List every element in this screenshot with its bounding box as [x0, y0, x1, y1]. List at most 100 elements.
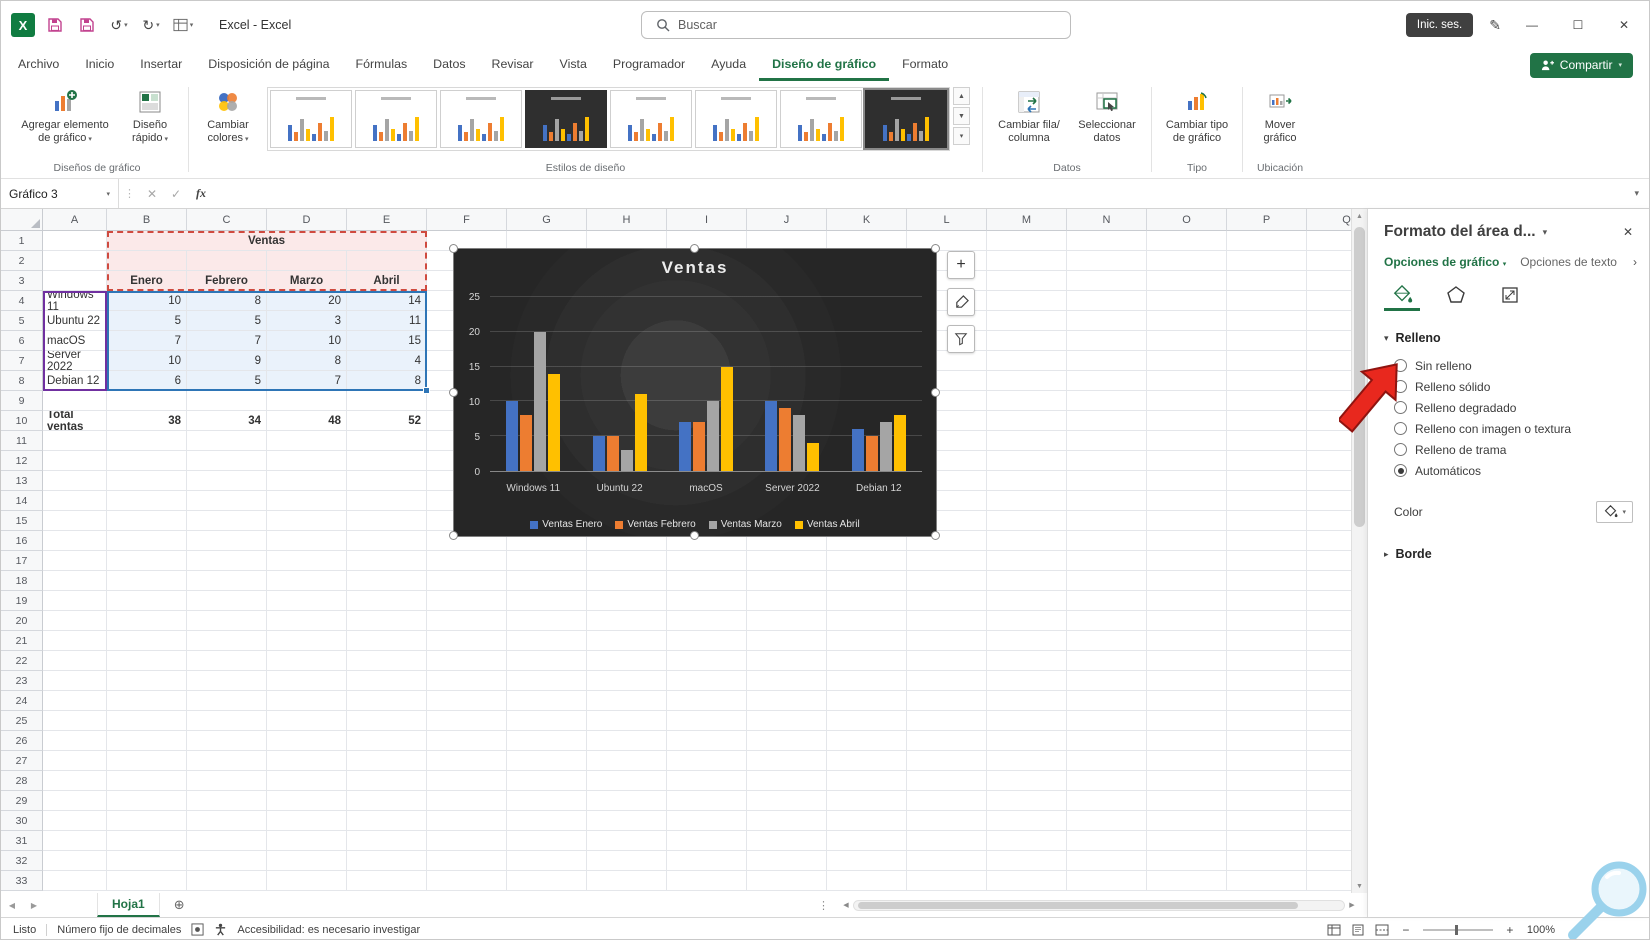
cell[interactable]: [827, 671, 907, 691]
style-thumbnail-5[interactable]: [610, 90, 692, 148]
cell[interactable]: [1067, 671, 1147, 691]
column-header-o[interactable]: O: [1147, 209, 1227, 231]
cell[interactable]: [347, 531, 427, 551]
sign-in-button[interactable]: Inic. ses.: [1405, 13, 1474, 37]
cell[interactable]: [1067, 771, 1147, 791]
chart-selection-handle[interactable]: [690, 531, 699, 540]
cell[interactable]: [1227, 431, 1307, 451]
cell[interactable]: [587, 731, 667, 751]
tab-text-options[interactable]: Opciones de texto: [1520, 255, 1617, 269]
column-header-e[interactable]: E: [347, 209, 427, 231]
cell[interactable]: [1067, 411, 1147, 431]
bar-ventas-febrero[interactable]: [865, 436, 878, 471]
add-sheet-button[interactable]: ⊕: [174, 897, 185, 913]
cell[interactable]: [1307, 591, 1351, 611]
cell[interactable]: [987, 751, 1067, 771]
cell[interactable]: [187, 771, 267, 791]
cell[interactable]: [1067, 251, 1147, 271]
cell[interactable]: [1307, 551, 1351, 571]
cell[interactable]: [427, 631, 507, 651]
page-layout-view-icon[interactable]: [1351, 924, 1365, 936]
cell[interactable]: [187, 671, 267, 691]
quick-access-customize-button[interactable]: ▾: [171, 12, 195, 38]
cell[interactable]: [1307, 311, 1351, 331]
cell[interactable]: [987, 671, 1067, 691]
cell[interactable]: [1067, 331, 1147, 351]
row-header[interactable]: 25: [1, 711, 43, 731]
cell[interactable]: [347, 731, 427, 751]
cell[interactable]: [427, 671, 507, 691]
cell[interactable]: [107, 771, 187, 791]
chart-selection-handle[interactable]: [690, 244, 699, 253]
cell[interactable]: [1067, 691, 1147, 711]
cell[interactable]: [1307, 831, 1351, 851]
cell[interactable]: [1067, 611, 1147, 631]
cell[interactable]: [747, 791, 827, 811]
share-button[interactable]: Compartir ▾: [1529, 52, 1633, 78]
cell[interactable]: [987, 451, 1067, 471]
status-fixed-decimals[interactable]: Número fijo de decimales: [57, 924, 181, 936]
cell[interactable]: [1067, 631, 1147, 651]
row-header[interactable]: 14: [1, 491, 43, 511]
cell[interactable]: [1067, 371, 1147, 391]
cell[interactable]: [507, 871, 587, 891]
tab-diseno-de-grafico[interactable]: Diseño de gráfico: [759, 49, 890, 81]
cell[interactable]: [587, 791, 667, 811]
cell[interactable]: [587, 691, 667, 711]
cell[interactable]: [1067, 431, 1147, 451]
cell[interactable]: [747, 611, 827, 631]
cell[interactable]: [1067, 851, 1147, 871]
excel-logo-icon[interactable]: X: [11, 13, 35, 37]
row-header[interactable]: 19: [1, 591, 43, 611]
cell[interactable]: [1307, 751, 1351, 771]
cell[interactable]: [1067, 591, 1147, 611]
cell[interactable]: [427, 831, 507, 851]
cell[interactable]: [827, 611, 907, 631]
cell[interactable]: 3: [267, 311, 347, 331]
cell[interactable]: [667, 631, 747, 651]
cell[interactable]: [1227, 391, 1307, 411]
cell[interactable]: [347, 451, 427, 471]
cell[interactable]: [1147, 251, 1227, 271]
select-all-corner[interactable]: [1, 209, 43, 231]
undo-button[interactable]: ↺ ▾: [107, 12, 131, 38]
cell[interactable]: [507, 671, 587, 691]
row-header[interactable]: 24: [1, 691, 43, 711]
fill-option-relleno-con-imagen-o-textura[interactable]: Relleno con imagen o textura: [1394, 418, 1637, 439]
cell[interactable]: [1227, 711, 1307, 731]
bar-ventas-enero[interactable]: [506, 401, 519, 471]
cell[interactable]: [907, 851, 987, 871]
cell[interactable]: [667, 551, 747, 571]
cell[interactable]: [187, 431, 267, 451]
cell[interactable]: [587, 571, 667, 591]
cell[interactable]: 8: [347, 371, 427, 391]
bar-ventas-enero[interactable]: [679, 422, 692, 471]
cell[interactable]: [1227, 471, 1307, 491]
cell[interactable]: [907, 791, 987, 811]
cell[interactable]: [1227, 231, 1307, 251]
fill-section-header[interactable]: ▾ Relleno: [1384, 331, 1637, 345]
cell[interactable]: [43, 751, 107, 771]
cell[interactable]: [107, 391, 187, 411]
bar-ventas-marzo[interactable]: [620, 450, 633, 471]
row-header[interactable]: 1: [1, 231, 43, 251]
cell[interactable]: [507, 831, 587, 851]
bar-ventas-abril[interactable]: [548, 373, 561, 471]
cell[interactable]: 11: [347, 311, 427, 331]
cell[interactable]: [43, 471, 107, 491]
bar-ventas-enero[interactable]: [765, 401, 778, 471]
cell[interactable]: [187, 491, 267, 511]
cell[interactable]: [267, 711, 347, 731]
formula-input[interactable]: [214, 179, 1625, 208]
cell[interactable]: [1067, 731, 1147, 751]
cell[interactable]: [987, 851, 1067, 871]
cell[interactable]: [1067, 471, 1147, 491]
bar-ventas-febrero[interactable]: [693, 422, 706, 471]
cell[interactable]: [587, 671, 667, 691]
cell[interactable]: [587, 811, 667, 831]
redo-button[interactable]: ↻ ▾: [139, 12, 163, 38]
cell[interactable]: [347, 511, 427, 531]
cell[interactable]: [43, 431, 107, 451]
cell[interactable]: [1227, 531, 1307, 551]
cell[interactable]: [587, 651, 667, 671]
